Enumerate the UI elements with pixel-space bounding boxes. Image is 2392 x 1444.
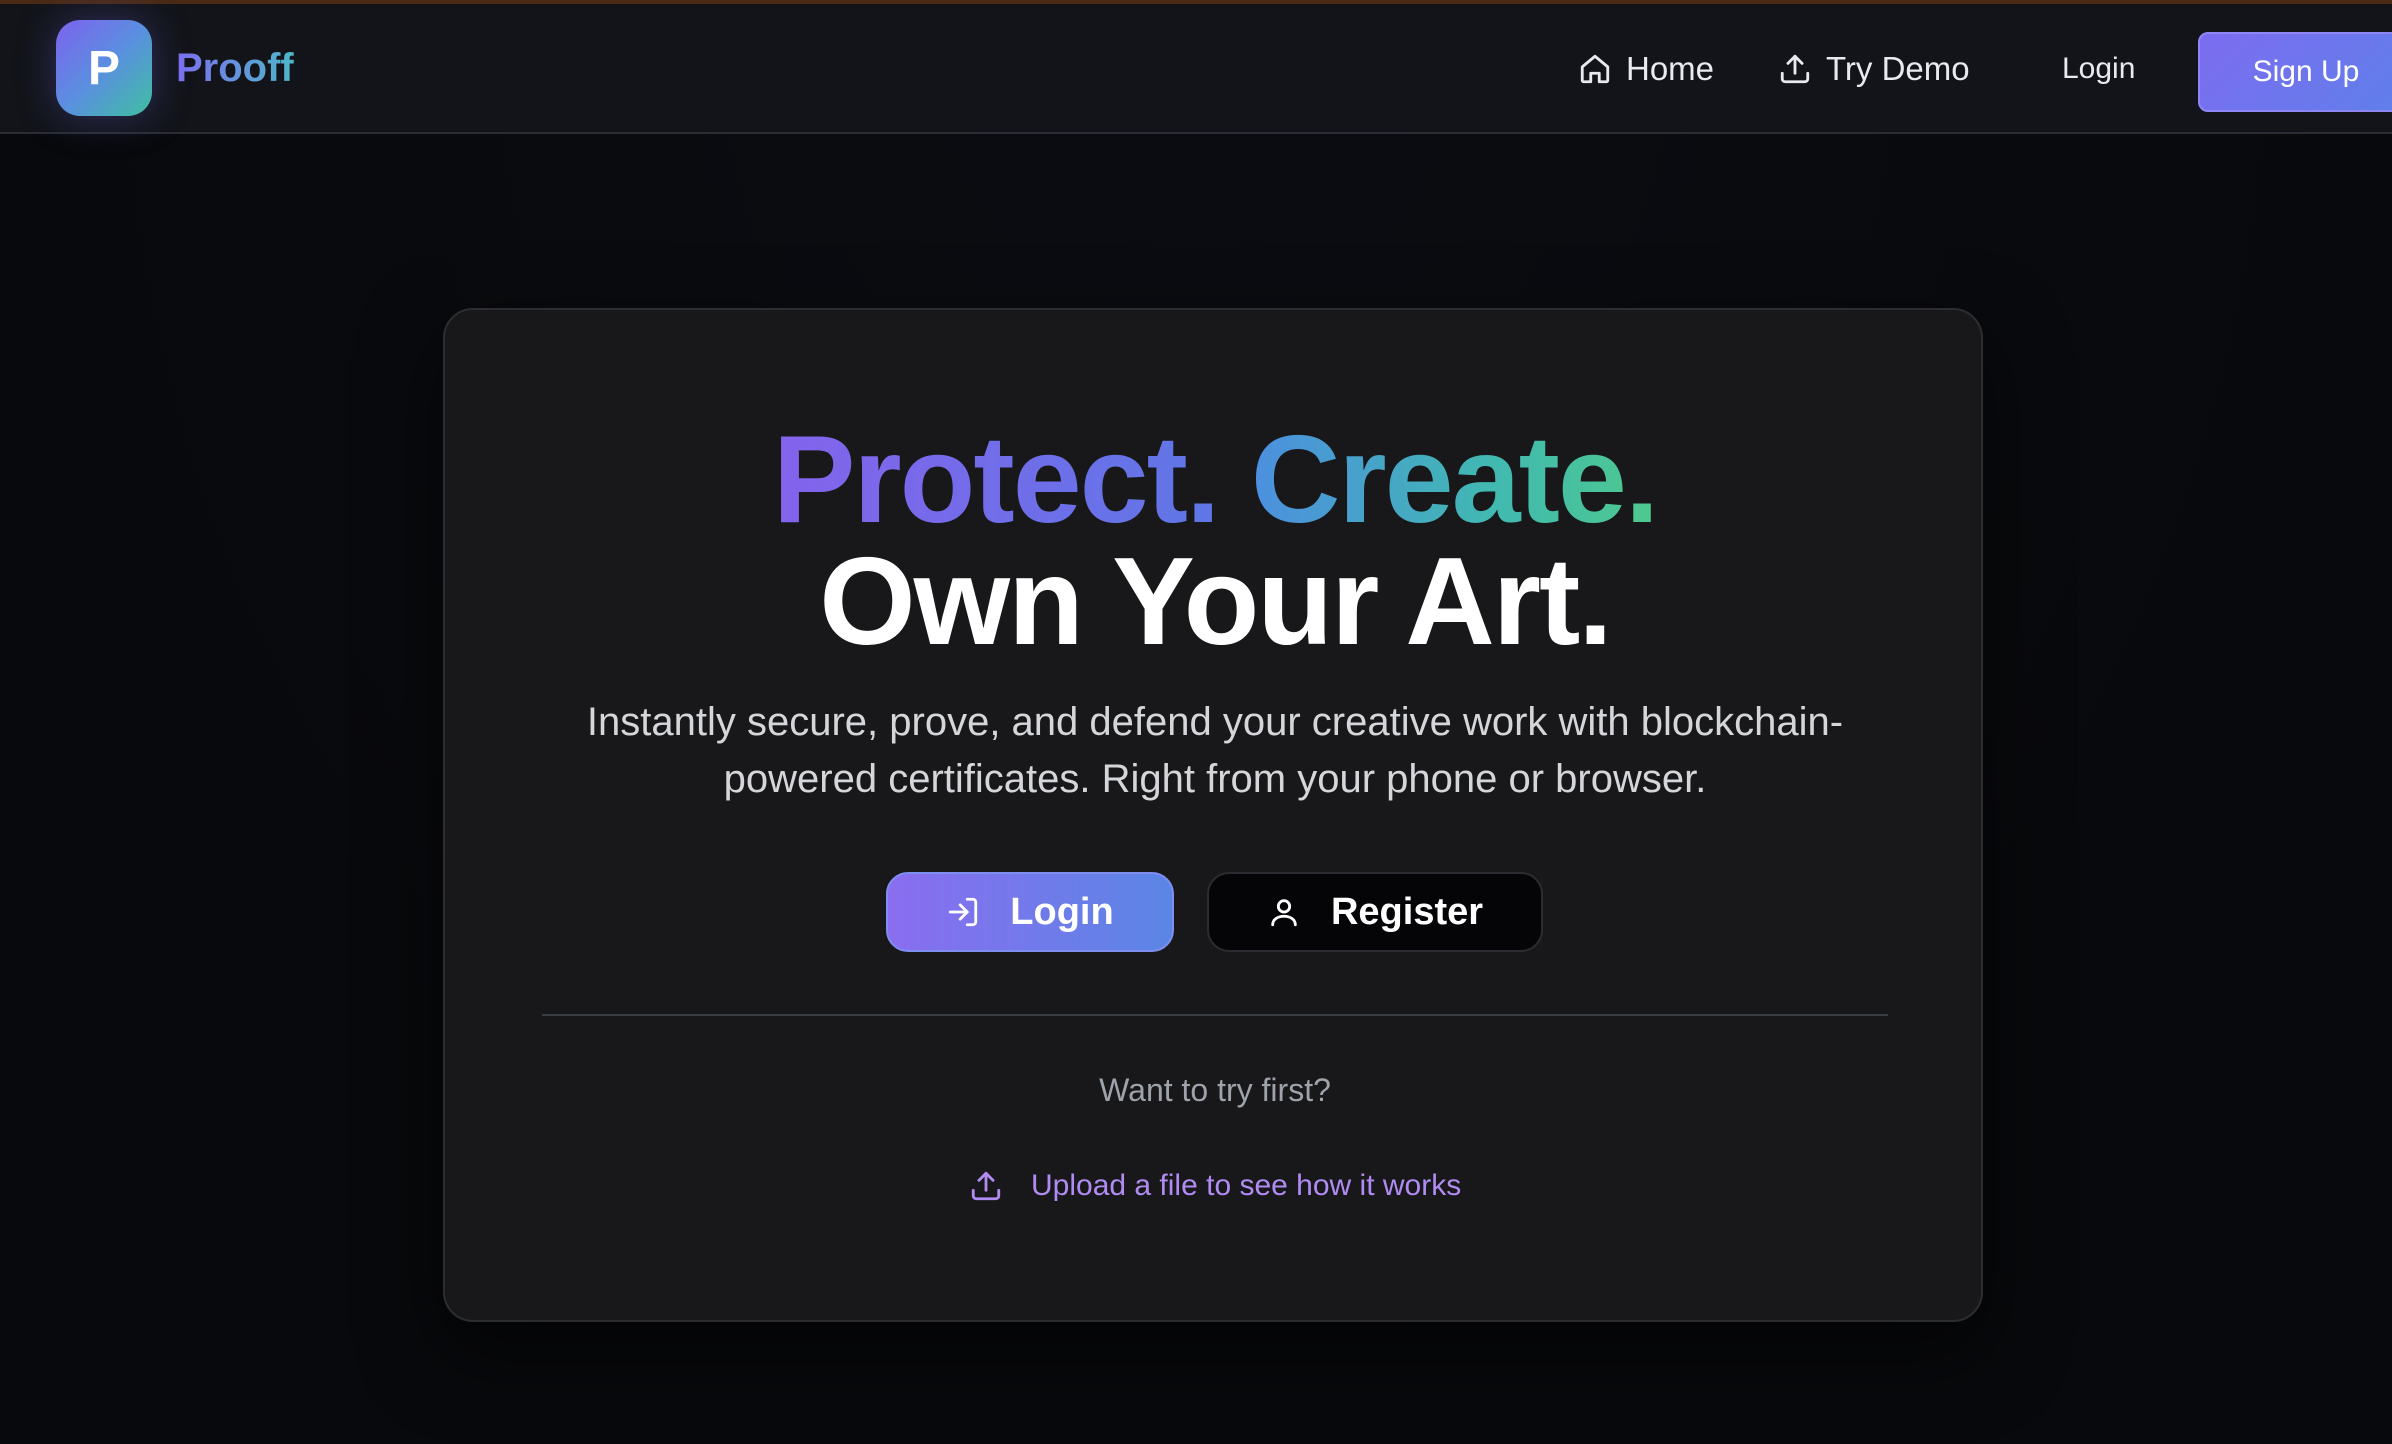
upload-link-label: Upload a file to see how it works <box>1031 1169 1462 1202</box>
hero-login-button[interactable]: Login <box>886 872 1174 952</box>
logo-letter: P <box>87 41 120 95</box>
hero-register-button[interactable]: Register <box>1207 872 1543 952</box>
hero-subtitle: Instantly secure, prove, and defend your… <box>586 700 1844 801</box>
user-icon <box>1271 899 1297 927</box>
hero-register-label: Register <box>1330 890 1484 933</box>
navbar: P Prooff Home Try Demo Login Sign Up <box>0 4 2392 134</box>
upload-icon <box>1780 54 1810 84</box>
nav-login-button[interactable]: Login <box>2062 44 2135 94</box>
headline-create: Create. <box>1250 411 1659 549</box>
home-icon <box>1580 54 1610 84</box>
hero-card: Protect. Create. Own Your Art. Instantly… <box>443 308 1983 1322</box>
brand-name[interactable]: Prooff <box>176 44 294 92</box>
headline-line-2: Own Your Art. <box>819 533 1613 671</box>
hero-login-label: Login <box>1010 890 1114 933</box>
try-first-text: Want to try first? <box>1099 1072 1331 1108</box>
page: P Prooff Home Try Demo Login Sign Up Pro… <box>0 0 2392 1444</box>
nav-home-link[interactable]: Home <box>1578 44 1714 94</box>
headline-protect: Protect. <box>772 411 1221 549</box>
nav-home-label: Home <box>1626 50 1715 87</box>
upload-icon <box>971 1171 1001 1201</box>
nav-try-demo-label: Try Demo <box>1826 50 1970 87</box>
brand-logo[interactable]: P <box>56 20 152 116</box>
headline-line-1: Protect. Create. <box>445 410 1985 550</box>
upload-demo-link[interactable]: Upload a file to see how it works <box>969 1164 1461 1208</box>
section-divider <box>542 1014 1888 1016</box>
nav-try-demo-link[interactable]: Try Demo <box>1778 44 1970 94</box>
login-arrow-icon <box>949 897 978 927</box>
nav-signup-button[interactable]: Sign Up <box>2198 32 2392 112</box>
